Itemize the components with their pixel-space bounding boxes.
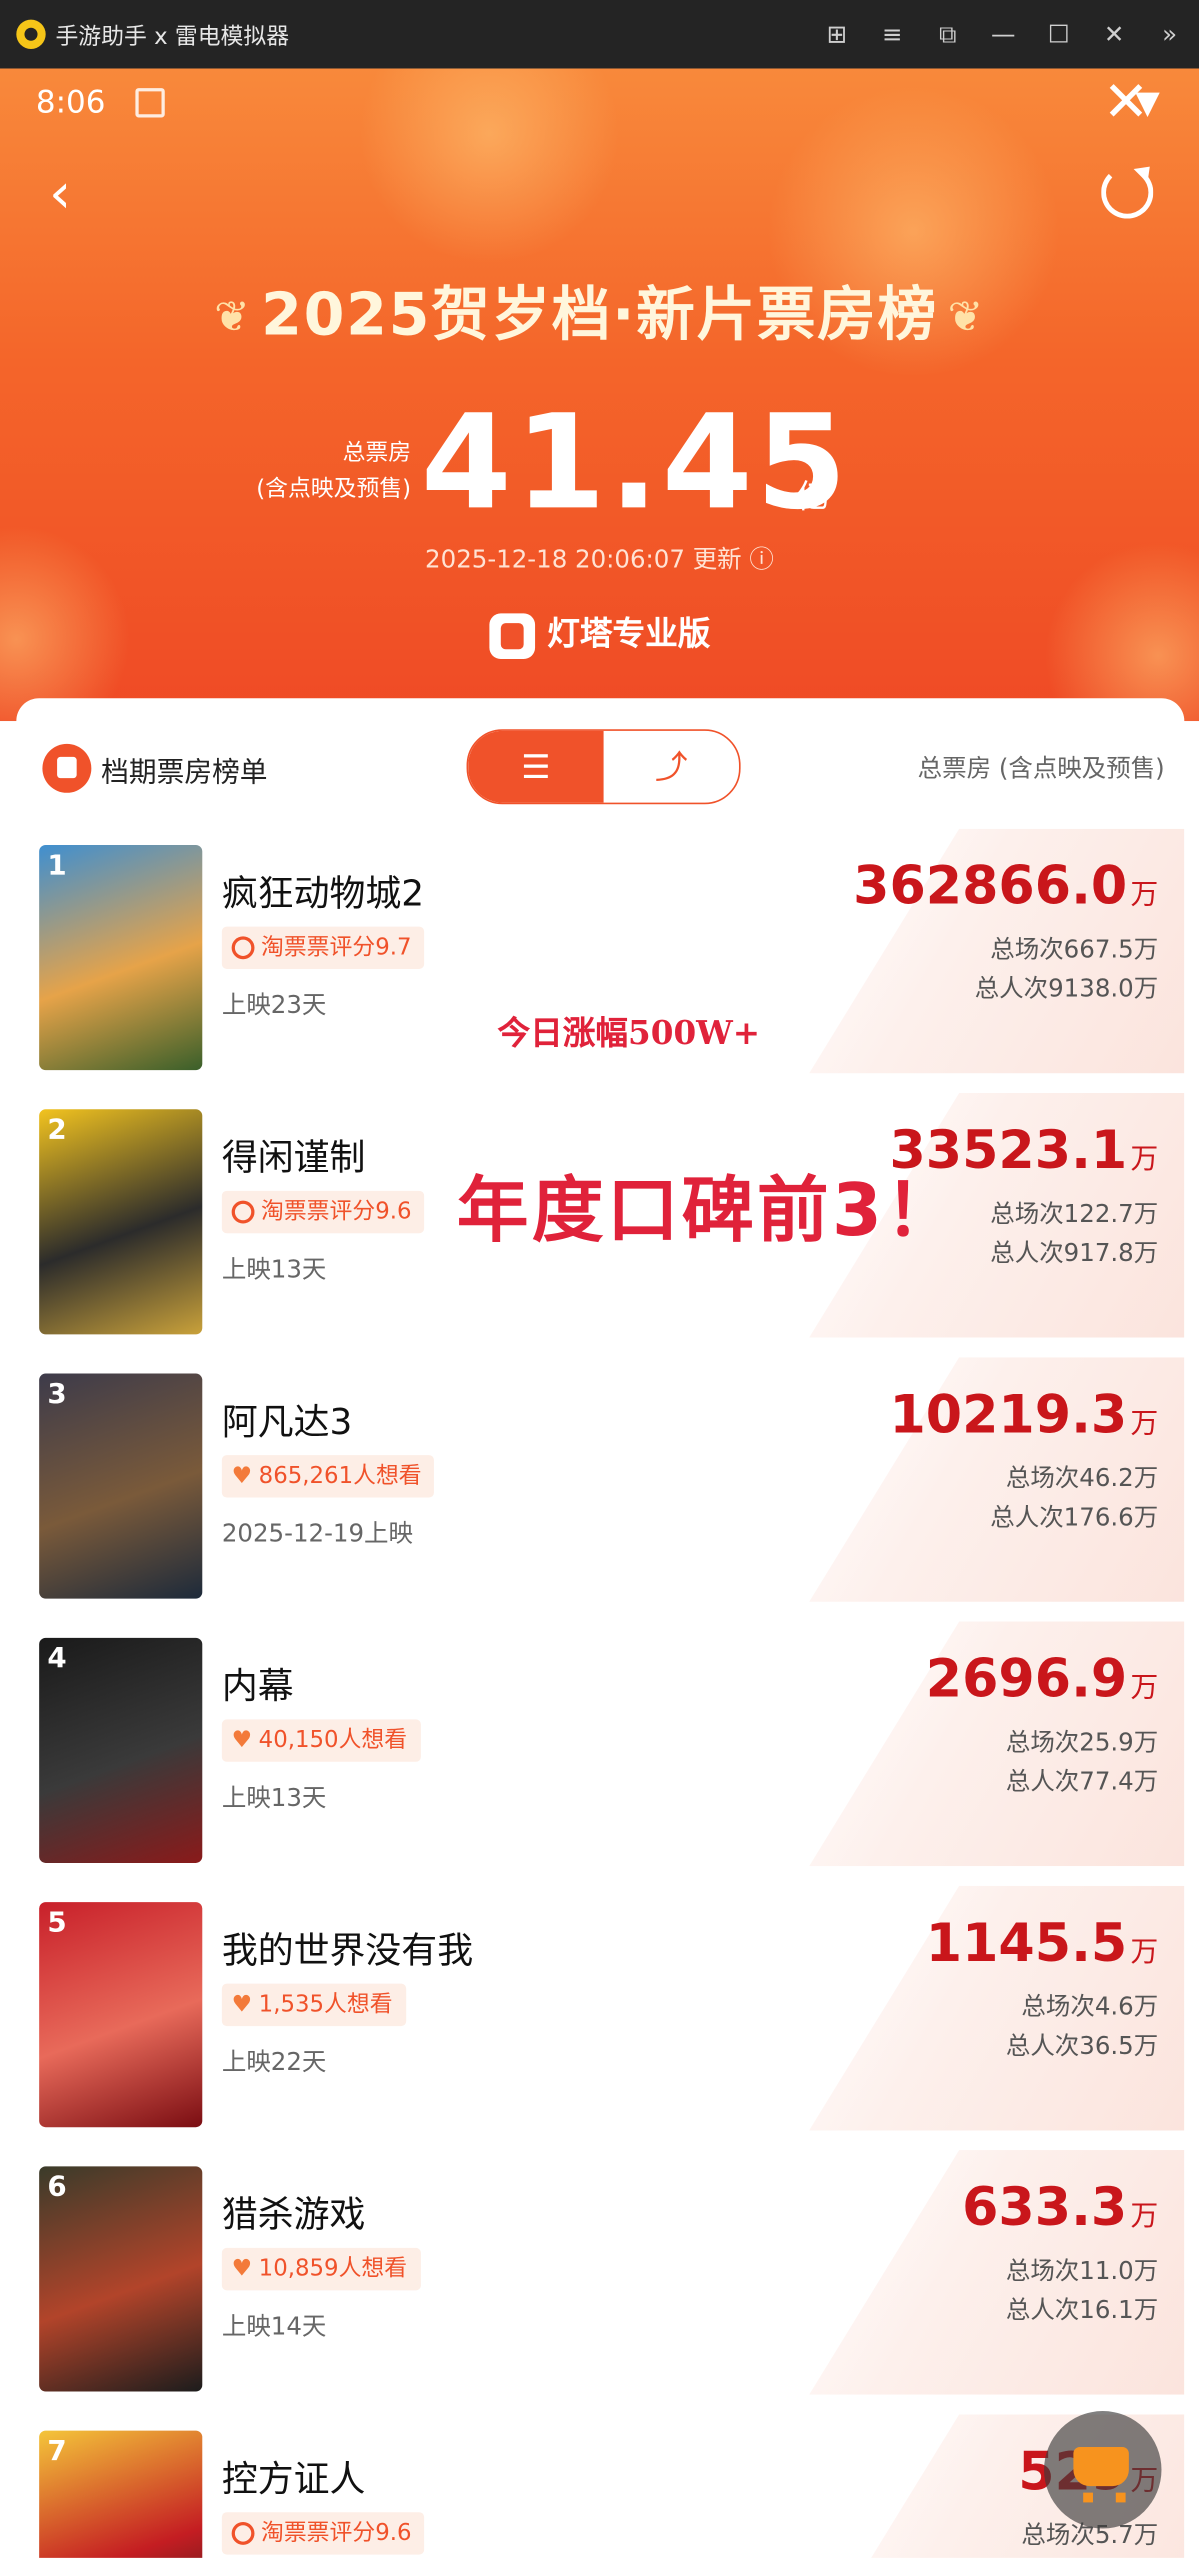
total-sessions: 总场次4.6万 <box>1021 1991 1159 2022</box>
back-button[interactable]: ‹ <box>49 166 71 221</box>
total-sessions: 总场次25.9万 <box>1005 1727 1159 1757</box>
movie-row[interactable]: 6 猎杀游戏 ♥ 10,859人想看上映14天 633.3 万总场次11.0万 总人次16.… <box>16 2150 1185 2395</box>
movie-name: 疯狂动物城2 <box>221 874 425 916</box>
menu-icon[interactable]: ≡ <box>879 16 905 52</box>
status-notification-icon <box>135 88 165 118</box>
movie-name: 猎杀游戏 <box>221 2195 366 2237</box>
overlay-text-growth: 今日涨幅500W+ <box>497 1013 761 1053</box>
window-titlebar: 手游助手 x 雷电模拟器 ⊞ ≡ ⧉ — ☐ ✕ » <box>0 0 1199 69</box>
total-viewers: 总人次77.4万 <box>1005 1766 1159 1797</box>
rank-badge: 2 <box>47 1114 67 1147</box>
boxoffice-value: 2696.9 万 <box>925 1647 1159 1710</box>
window-title: 手游助手 x 雷电模拟器 <box>55 24 290 51</box>
movie-tag: 淘票票评分9.6 <box>221 1190 425 1234</box>
rank-badge: 6 <box>47 2171 67 2204</box>
movie-tag: 淘票票评分9.6 <box>221 2512 425 2555</box>
app-logo-icon <box>16 19 46 49</box>
total-unit: 亿 <box>796 476 829 516</box>
movie-name: 我的世界没有我 <box>221 1931 474 1973</box>
heart-icon: ♥ <box>231 1463 253 1490</box>
boxoffice-value: 1145.5 万 <box>925 1911 1159 1974</box>
restore-icon[interactable]: ⧉ <box>935 16 961 52</box>
release-info: 上映13天 <box>221 1254 327 1284</box>
movie-tag: ♥ 10,859人想看 <box>221 2247 421 2291</box>
update-time: 2025-12-18 20:06:07 更新 ⓘ <box>425 544 774 575</box>
total-sessions: 总场次11.0万 <box>1005 2256 1159 2286</box>
overlay-close-icon[interactable]: ✕ <box>1103 75 1149 130</box>
movie-row[interactable]: 7控方证人淘票票评分9.6529万总场次5.7万 <box>16 2414 1185 2558</box>
heart-icon: ♥ <box>231 2256 253 2283</box>
taopiaopiao-icon <box>231 936 255 960</box>
release-info: 上映22天 <box>221 2047 327 2077</box>
movie-tag: ♥ 40,150人想看 <box>221 1719 421 1762</box>
taopiaopiao-icon <box>231 2521 255 2545</box>
total-viewers: 总人次9138.0万 <box>974 973 1159 1004</box>
total-viewers: 总人次36.5万 <box>1005 2030 1159 2061</box>
rank-badge: 4 <box>47 1642 67 1676</box>
laurel-left-icon: ❦ <box>214 293 252 343</box>
total-viewers: 总人次16.1万 <box>1005 2295 1159 2325</box>
release-info: 上映13天 <box>221 1783 327 1813</box>
movie-row[interactable]: 4 内幕 ♥ 40,150人想看上映13天 2696.9 万总场次25.9万 总人次77.4… <box>16 1621 1185 1867</box>
total-sessions: 总场次122.7万 <box>990 1199 1159 1229</box>
expand-sidebar-icon[interactable]: » <box>1157 16 1183 52</box>
movie-name: 内幕 <box>221 1667 294 1708</box>
movie-name: 阿凡达3 <box>221 1402 353 1444</box>
heart-icon: ♥ <box>231 1727 253 1754</box>
brand-logo-icon <box>488 612 535 659</box>
rank-badge: 5 <box>47 1906 67 1940</box>
close-icon[interactable]: ✕ <box>1101 16 1127 52</box>
total-boxoffice-value: 41.45 <box>420 386 850 539</box>
header-banner: 8:06 ▾ ‹ ❦ 2025贺岁档·新片票房榜 ❦ 总票房 (含点映及预售) 41… <box>0 68 1199 722</box>
total-viewers: 总人次917.8万 <box>990 1238 1159 1268</box>
rank-badge: 1 <box>47 849 67 883</box>
gamepad-icon[interactable]: ⊞ <box>824 16 850 52</box>
overlay-text-reputation: 年度口碑前3！ <box>456 1169 961 1253</box>
shopping-cart-icon[interactable] <box>1044 2411 1162 2529</box>
total-sessions: 总场次46.2万 <box>1005 1463 1159 1493</box>
panel-title: 档期票房榜单 <box>101 756 268 790</box>
refresh-button[interactable] <box>1101 166 1154 219</box>
movie-row[interactable]: 5 我的世界没有我 ♥ 1,535人想看上映22天 1145.5 万总场次4.6万总人次3… <box>16 1885 1185 2131</box>
release-info: 上映14天 <box>221 2311 327 2341</box>
total-sessions: 总场次667.5万 <box>990 934 1159 965</box>
total-label: 总票房 (含点映及预售) <box>256 440 412 503</box>
movie-name: 控方证人 <box>221 2460 366 2501</box>
boxoffice-value: 10219.3 万 <box>889 1383 1159 1446</box>
page-title: ❦ 2025贺岁档·新片票房榜 ❦ <box>214 282 985 350</box>
movie-tag: ♥ 865,261人想看 <box>221 1455 435 1498</box>
list-view-button[interactable]: ☰ <box>468 730 604 803</box>
ranking-icon <box>42 743 92 793</box>
rank-badge: 7 <box>47 2435 67 2469</box>
taopiaopiao-icon <box>231 1200 255 1224</box>
movie-name: 得闲谨制 <box>221 1138 366 1180</box>
minimize-icon[interactable]: — <box>990 16 1016 52</box>
movie-row[interactable]: 3 阿凡达3 ♥ 865,261人想看 2025-12-19上映 10219.3 万总场次4… <box>16 1357 1185 1602</box>
trend-view-button[interactable]: ⤴ <box>604 731 739 803</box>
maximize-icon[interactable]: ☐ <box>1046 16 1072 52</box>
release-info: 上映23天 <box>221 990 327 1020</box>
release-info: 2025-12-19上映 <box>221 1518 414 1549</box>
movie-tag: ♥ 1,535人想看 <box>221 1983 406 2027</box>
heart-icon: ♥ <box>231 1991 253 2018</box>
movie-tag: 淘票票评分9.7 <box>221 926 425 969</box>
status-time: 8:06 <box>35 84 106 121</box>
boxoffice-value: 362866.0 万 <box>853 854 1159 917</box>
view-toggle: ☰ ⤴ <box>466 729 741 805</box>
rank-badge: 3 <box>47 1378 67 1412</box>
boxoffice-value: 633.3 万 <box>962 2176 1159 2239</box>
laurel-right-icon: ❦ <box>947 293 985 343</box>
ranking-panel: 档期票房榜单 ☰ ⤴ 总票房 (含点映及预售) 1 疯狂动物城2 淘票票评分9.7 上… <box>16 698 1185 2558</box>
total-viewers: 总人次176.6万 <box>990 1502 1159 1532</box>
panel-right-label: 总票房 (含点映及预售) <box>917 753 1165 784</box>
brand[interactable]: 灯塔专业版 <box>0 607 1199 659</box>
